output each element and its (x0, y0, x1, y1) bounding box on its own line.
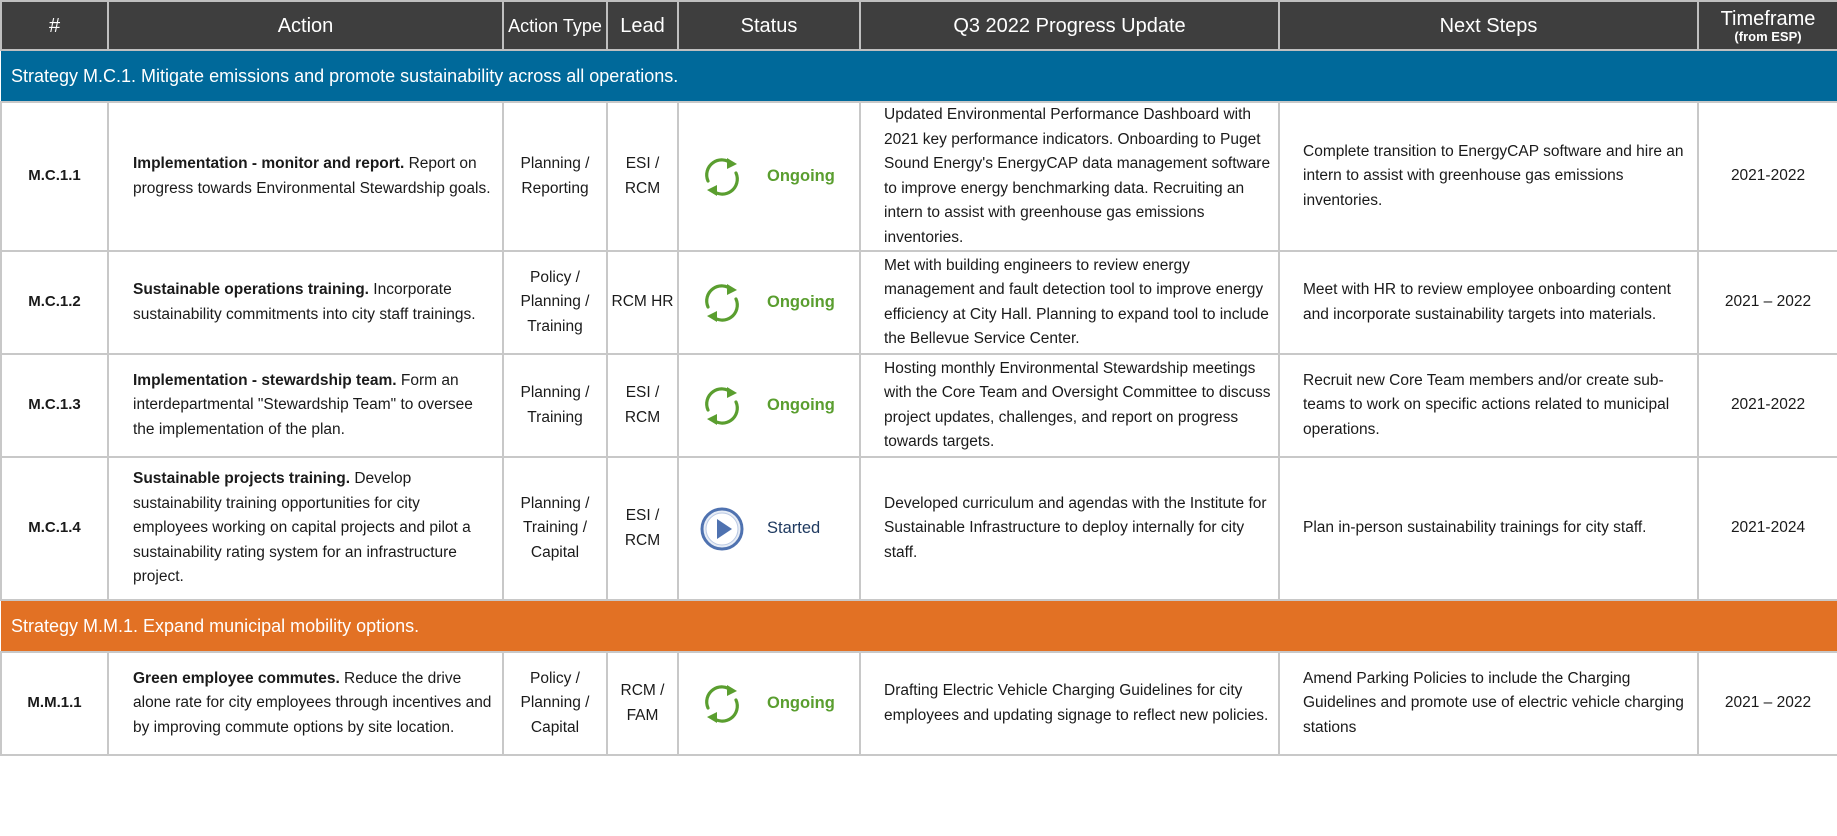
col-header-num: # (0, 0, 109, 51)
lead: ESI / RCM (606, 456, 679, 601)
progress-update: Drafting Electric Vehicle Charging Guide… (859, 651, 1280, 756)
timeframe: 2021-2022 (1697, 353, 1837, 458)
action-type: Policy / Planning / Capital (502, 651, 608, 756)
strategy-row: Strategy M.M.1. Expand municipal mobilit… (1, 599, 1837, 653)
col-header-timeframe: Timeframe (from ESP) (1697, 0, 1837, 51)
header-row: # Action Action Type Lead Status Q3 2022… (0, 0, 1837, 51)
table-row: M.C.1.1 Implementation - monitor and rep… (0, 101, 1837, 252)
action-type: Planning / Training (502, 353, 608, 458)
next-steps: Plan in-person sustainability trainings … (1278, 456, 1699, 601)
lead: ESI / RCM (606, 353, 679, 458)
strategy-row: Strategy M.C.1. Mitigate emissions and p… (1, 49, 1837, 103)
action-number: M.C.1.4 (0, 456, 109, 601)
col-header-action: Action (107, 0, 504, 51)
lead: ESI / RCM (606, 101, 679, 252)
status-cell: Ongoing (677, 250, 861, 355)
status-cell: Started (677, 456, 861, 601)
action-title: Implementation - stewardship team. (133, 371, 397, 389)
recycle-arrows-icon (699, 154, 745, 200)
col-header-action-type: Action Type (502, 0, 608, 51)
action-number: M.C.1.1 (0, 101, 109, 252)
recycle-arrows-icon (699, 280, 745, 326)
lead: RCM HR (606, 250, 679, 355)
col-header-update: Q3 2022 Progress Update (859, 0, 1280, 51)
status-label: Ongoing (767, 396, 835, 415)
action-number: M.M.1.1 (0, 651, 109, 756)
action-title: Sustainable projects training. (133, 470, 351, 488)
col-header-next-steps: Next Steps (1278, 0, 1699, 51)
recycle-arrows-icon (699, 681, 745, 727)
status-cell: Ongoing (677, 101, 861, 252)
status-label: Ongoing (767, 694, 835, 713)
action-cell: Implementation - monitor and report. Rep… (107, 101, 504, 252)
recycle-arrows-icon (699, 383, 745, 429)
progress-update: Developed curriculum and agendas with th… (859, 456, 1280, 601)
status-label: Ongoing (767, 293, 835, 312)
table-row: M.M.1.1 Green employee commutes. Reduce … (0, 651, 1837, 756)
timeframe: 2021 – 2022 (1697, 651, 1837, 756)
action-number: M.C.1.2 (0, 250, 109, 355)
timeframe-sublabel: (from ESP) (1734, 28, 1802, 44)
next-steps: Recruit new Core Team members and/or cre… (1278, 353, 1699, 458)
col-header-lead: Lead (606, 0, 679, 51)
timeframe-label: Timeframe (1720, 7, 1816, 30)
col-header-status: Status (677, 0, 861, 51)
action-title: Implementation - monitor and report. (133, 155, 405, 172)
status-label: Started (767, 519, 821, 538)
action-type: Planning / Reporting (502, 101, 608, 252)
action-type: Policy / Planning / Training (502, 250, 608, 355)
action-plan-table: # Action Action Type Lead Status Q3 2022… (0, 0, 1837, 756)
status-cell: Ongoing (677, 651, 861, 756)
action-number: M.C.1.3 (0, 353, 109, 458)
next-steps: Meet with HR to review employee onboardi… (1278, 250, 1699, 355)
timeframe: 2021-2022 (1697, 101, 1837, 252)
action-cell: Green employee commutes. Reduce the driv… (107, 651, 504, 756)
progress-update: Updated Environmental Performance Dashbo… (859, 101, 1280, 252)
action-cell: Sustainable projects training. Develop s… (107, 456, 504, 601)
status-label: Ongoing (767, 167, 835, 186)
next-steps: Complete transition to EnergyCAP softwar… (1278, 101, 1699, 252)
action-description: Develop sustainability training opportun… (133, 470, 471, 586)
table-row: M.C.1.4 Sustainable projects training. D… (0, 456, 1837, 601)
table-row: M.C.1.2 Sustainable operations training.… (0, 250, 1837, 355)
action-title: Green employee commutes. (133, 669, 340, 687)
table-row: M.C.1.3 Implementation - stewardship tea… (0, 353, 1837, 458)
action-cell: Implementation - stewardship team. Form … (107, 353, 504, 458)
lead: RCM / FAM (606, 651, 679, 756)
status-cell: Ongoing (677, 353, 861, 458)
timeframe: 2021 – 2022 (1697, 250, 1837, 355)
progress-update: Met with building engineers to review en… (859, 250, 1280, 355)
timeframe: 2021-2024 (1697, 456, 1837, 601)
play-circle-icon (699, 506, 745, 552)
next-steps: Amend Parking Policies to include the Ch… (1278, 651, 1699, 756)
action-title: Sustainable operations training. (133, 281, 369, 298)
strategy-label: Strategy M.C.1. Mitigate emissions and p… (1, 49, 1837, 103)
progress-update: Hosting monthly Environmental Stewardshi… (859, 353, 1280, 458)
action-cell: Sustainable operations training. Incorpo… (107, 250, 504, 355)
strategy-label: Strategy M.M.1. Expand municipal mobilit… (1, 599, 1837, 653)
action-type: Planning / Training / Capital (502, 456, 608, 601)
